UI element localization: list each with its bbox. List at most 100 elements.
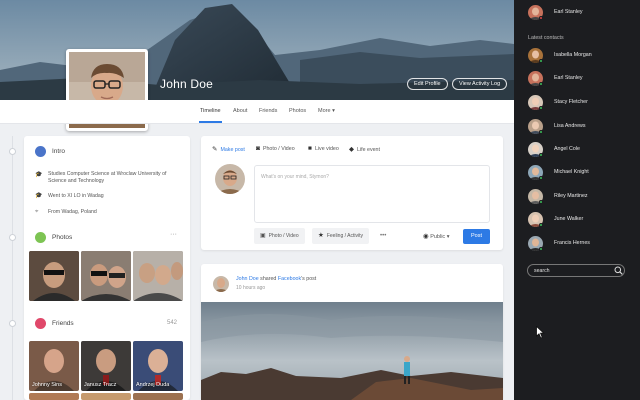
feeling-activity-button[interactable]: ★ Feeling / Activity <box>312 228 369 244</box>
contact-name: Angel Cole <box>554 146 580 152</box>
photo-video-button-label: Photo / Video <box>268 233 299 239</box>
contact-item[interactable]: Angel Cole <box>528 142 638 158</box>
contact-item[interactable]: Francis Hernes <box>528 236 638 252</box>
photo-thumbnail[interactable] <box>133 251 183 301</box>
tab-photo-video-label: Photo / Video <box>262 146 295 152</box>
tab-live-video[interactable]: ■ Live video <box>308 145 339 152</box>
online-indicator <box>539 223 543 227</box>
post-action-text: shared <box>260 276 277 282</box>
edit-profile-button[interactable]: Edit Profile <box>407 78 448 90</box>
profile-nav-bar: Timeline About Friends Photos More ▾ <box>0 100 514 124</box>
contact-item[interactable]: Riley Martinez <box>528 189 638 205</box>
intro-globe-icon <box>35 146 46 157</box>
tab-life-event-label: Life event <box>357 147 380 153</box>
tag-icon: ◆ <box>349 146 354 153</box>
online-indicator <box>539 82 543 86</box>
contact-item[interactable]: June Walker <box>528 212 638 228</box>
camera-icon: ◙ <box>256 145 260 152</box>
tab-photos[interactable]: Photos <box>289 108 306 114</box>
friend-name: Andrzej Duda <box>136 382 170 388</box>
globe-icon: ◉ <box>423 233 429 240</box>
latest-contacts-title: Latest contacts <box>528 35 564 41</box>
timeline-dot <box>9 320 16 327</box>
contact-item[interactable]: Earl Stanley <box>528 71 638 87</box>
contact-name: Riley Martinez <box>554 193 588 199</box>
photo-video-button[interactable]: ▣ Photo / Video <box>254 228 305 244</box>
timeline-dot <box>9 234 16 241</box>
friend-name: Janusz Tracz <box>84 382 117 388</box>
friend-card[interactable]: Johnny Sins <box>29 341 79 391</box>
online-indicator <box>539 247 543 251</box>
current-user[interactable]: Earl Stanley <box>528 5 638 21</box>
privacy-selector[interactable]: ◉ Public ▾ <box>423 232 449 240</box>
contact-item[interactable]: Stacy Fletcher <box>528 95 638 111</box>
tab-friends[interactable]: Friends <box>259 108 277 114</box>
friends-icon <box>35 318 46 329</box>
contacts-search-input[interactable]: search <box>527 264 625 277</box>
facebook-profile-window: John Doe Edit Profile View Activity Log … <box>0 0 640 400</box>
friend-card[interactable] <box>81 393 131 400</box>
tab-timeline[interactable]: Timeline <box>200 108 221 114</box>
online-indicator <box>539 153 543 157</box>
tab-live-video-label: Live video <box>314 146 339 152</box>
online-indicator <box>539 59 543 63</box>
photos-more-icon[interactable]: ··· <box>170 231 177 238</box>
intro-item-school: Went to XI LO in Wadag <box>48 193 104 199</box>
photos-title[interactable]: Photos <box>52 234 72 241</box>
friend-card[interactable] <box>133 393 183 400</box>
view-activity-log-button[interactable]: View Activity Log <box>452 78 508 90</box>
friend-card[interactable]: Janusz Tracz <box>81 341 131 391</box>
friends-title[interactable]: Friends <box>52 320 74 327</box>
composer-avatar <box>215 164 245 194</box>
post-image[interactable] <box>201 302 503 400</box>
current-user-name: Earl Stanley <box>554 9 583 15</box>
contact-name: Earl Stanley <box>554 75 583 81</box>
active-tab-indicator <box>199 121 222 123</box>
photo-thumbnail[interactable] <box>81 251 131 301</box>
profile-name: John Doe <box>160 77 213 91</box>
photo-thumbnail[interactable] <box>29 251 79 301</box>
intro-title: Intro <box>52 148 66 155</box>
post-author-avatar[interactable] <box>213 276 229 292</box>
post-button[interactable]: Post <box>463 229 490 244</box>
tab-more[interactable]: More ▾ <box>318 108 335 114</box>
chevron-down-icon: ▾ <box>332 108 335 114</box>
contact-name: Francis Hernes <box>554 240 590 246</box>
post-author-link[interactable]: John Doe <box>236 276 259 282</box>
contact-item[interactable]: Lisa Andrews <box>528 119 638 135</box>
tab-life-event[interactable]: ◆ Life event <box>349 145 380 153</box>
online-indicator <box>539 106 543 110</box>
timeline-dot <box>9 148 16 155</box>
graduation-cap-icon: 🎓 <box>35 193 43 199</box>
image-icon: ▣ <box>260 233 266 239</box>
contact-name: Lisa Andrews <box>554 123 586 129</box>
contact-name: Stacy Fletcher <box>554 99 588 105</box>
timeline-line <box>12 136 13 400</box>
feeling-activity-button-label: Feeling / Activity <box>326 233 363 239</box>
contact-item[interactable]: Michael Knight <box>528 165 638 181</box>
friend-card[interactable]: Andrzej Duda <box>133 341 183 391</box>
tab-photo-video[interactable]: ◙ Photo / Video <box>256 145 295 152</box>
status-dot <box>539 16 543 20</box>
post-timestamp[interactable]: 10 hours ago <box>236 285 265 291</box>
tab-make-post[interactable]: ✎ Make post <box>212 145 245 153</box>
post-header: John Doe shared Facebook's post <box>236 276 316 282</box>
search-icon[interactable] <box>614 266 623 275</box>
shared-page-link[interactable]: Facebook <box>278 276 301 282</box>
photos-icon <box>35 232 46 243</box>
intro-item-hometown: From Wadag, Poland <box>48 209 97 215</box>
chevron-down-icon: ▾ <box>446 234 450 240</box>
contact-item[interactable]: Isabella Morgan <box>528 48 638 64</box>
friend-name: Johnny Sins <box>32 382 62 388</box>
tab-more-label: More <box>318 108 331 114</box>
pencil-icon: ✎ <box>212 146 218 153</box>
more-options-icon[interactable]: ••• <box>380 233 386 239</box>
post-text-input[interactable]: What's on your mind, Stymon? <box>254 165 490 223</box>
friend-card[interactable] <box>29 393 79 400</box>
contact-name: Isabella Morgan <box>554 52 592 58</box>
location-pin-icon: ⌖ <box>35 209 39 215</box>
contact-name: Michael Knight <box>554 169 589 175</box>
mouse-cursor-icon <box>536 326 545 339</box>
graduation-cap-icon: 🎓 <box>35 172 43 178</box>
tab-about[interactable]: About <box>233 108 247 114</box>
